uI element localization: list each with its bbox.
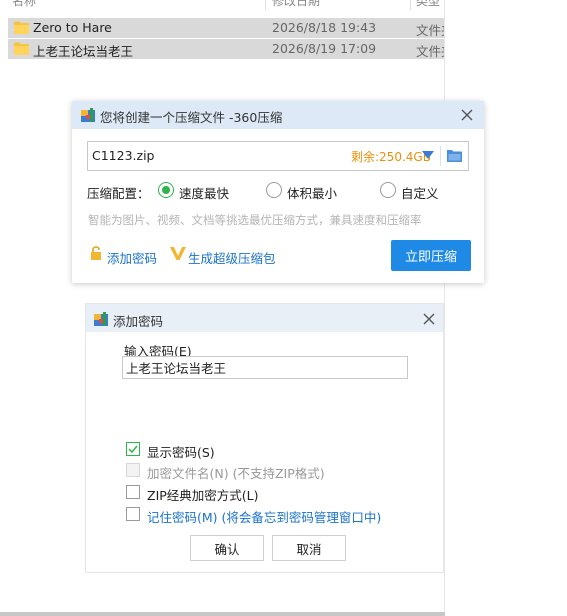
- close-icon[interactable]: [459, 107, 475, 123]
- archive-app-icon: [94, 312, 108, 326]
- column-header-name[interactable]: 名称: [12, 0, 36, 8]
- create-archive-dialog: 您将创建一个压缩文件 -360压缩 剩余:250.4GB 压缩配置： 速度最快 …: [72, 101, 484, 283]
- compression-hint: 智能为图片、视频、文档等挑选最优压缩方式，兼具速度和压缩率: [88, 213, 422, 227]
- option-custom-label[interactable]: 自定义: [401, 183, 439, 202]
- radio-smallest[interactable]: [266, 182, 282, 198]
- show-password-checkbox[interactable]: [126, 442, 140, 456]
- remember-password-checkbox[interactable]: [126, 507, 140, 521]
- file-row[interactable]: Zero to Hare 2026/8/18 19:43 文件夹: [8, 18, 444, 38]
- compress-config-label: 压缩配置：: [87, 186, 150, 201]
- file-name: Zero to Hare: [33, 20, 112, 35]
- dialog-title: 您将创建一个压缩文件 -360压缩: [100, 110, 283, 125]
- dialog-titlebar[interactable]: 添加密码: [86, 304, 443, 332]
- file-name: 上老王论坛当老王: [33, 44, 134, 59]
- show-password-label[interactable]: 显示密码(S): [147, 442, 215, 461]
- radio-fastest[interactable]: [158, 182, 174, 198]
- browse-folder-icon[interactable]: [447, 149, 462, 162]
- column-header-date[interactable]: 修改日期: [272, 0, 320, 8]
- radio-custom[interactable]: [380, 182, 396, 198]
- field-divider: [440, 146, 441, 166]
- dialog-title: 添加密码: [113, 314, 164, 329]
- dialog-titlebar[interactable]: 您将创建一个压缩文件 -360压缩: [72, 101, 484, 129]
- archive-filename-input[interactable]: [92, 146, 322, 164]
- close-icon[interactable]: [421, 311, 437, 327]
- super-package-link[interactable]: 生成超级压缩包: [188, 248, 276, 267]
- compress-now-button[interactable]: 立即压缩: [391, 240, 471, 271]
- folder-icon: [14, 21, 29, 34]
- option-fastest-label[interactable]: 速度最快: [179, 183, 229, 202]
- file-date: 2026/8/18 19:43: [272, 20, 377, 35]
- add-password-dialog: 添加密码 输入密码(E) 显示密码(S) 加密文件名(N) (不支持ZIP格式)…: [85, 303, 444, 573]
- window-edge: [444, 0, 445, 616]
- archive-filename-field[interactable]: 剩余:250.4GB: [87, 141, 469, 171]
- file-type: 文件夹: [416, 23, 444, 38]
- ok-button[interactable]: 确认: [190, 535, 264, 561]
- remember-password-label[interactable]: 记住密码(M) (将会备忘到密码管理窗口中): [147, 507, 381, 526]
- file-date: 2026/8/19 17:09: [272, 41, 377, 56]
- super-package-icon[interactable]: [170, 247, 186, 260]
- password-input[interactable]: [122, 356, 408, 379]
- free-space-label: 剩余:250.4GB: [351, 150, 431, 164]
- cancel-button[interactable]: 取消: [272, 535, 346, 561]
- folder-icon: [14, 42, 29, 55]
- option-smallest-label[interactable]: 体积最小: [287, 183, 337, 202]
- file-type: 文件夹: [416, 44, 444, 59]
- encrypt-filenames-label: 加密文件名(N) (不支持ZIP格式): [147, 466, 325, 481]
- column-divider[interactable]: [265, 0, 266, 10]
- encrypt-filenames-checkbox[interactable]: [126, 463, 140, 477]
- column-divider[interactable]: [410, 0, 411, 10]
- horizontal-scrollbar[interactable]: [0, 612, 445, 616]
- add-password-link[interactable]: 添加密码: [107, 248, 157, 267]
- checkmark-icon: [128, 445, 138, 454]
- zip-classic-encryption-checkbox[interactable]: [126, 485, 140, 499]
- zip-classic-encryption-label[interactable]: ZIP经典加密方式(L): [147, 485, 259, 504]
- chevron-down-icon[interactable]: [422, 151, 434, 160]
- file-row[interactable]: 上老王论坛当老王 2026/8/19 17:09 文件夹: [8, 39, 444, 59]
- column-header-type[interactable]: 类型: [416, 0, 444, 8]
- archive-app-icon: [81, 108, 95, 122]
- lock-icon[interactable]: [90, 246, 102, 260]
